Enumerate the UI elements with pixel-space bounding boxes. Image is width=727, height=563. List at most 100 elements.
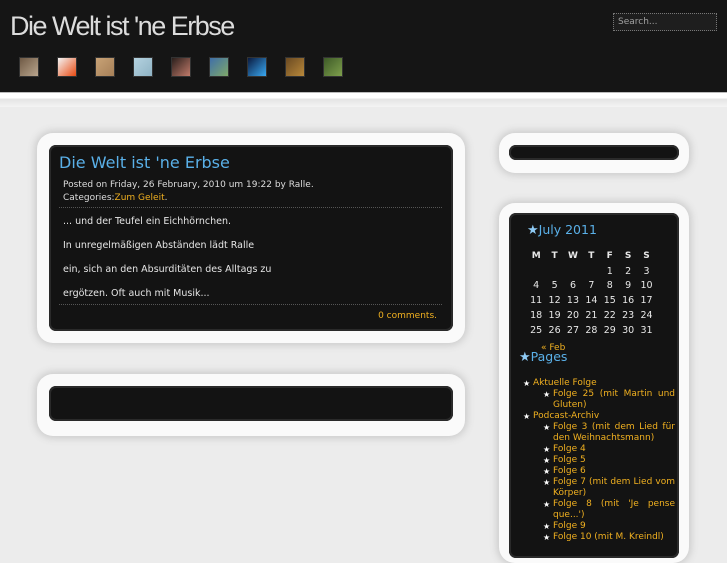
page-link[interactable]: ★ Folge 7 (mit dem Lied vom Körper) — [523, 477, 675, 499]
calendar-weekday: S — [624, 251, 632, 262]
page-link[interactable]: ★ Folge 5 — [523, 455, 675, 466]
calendar-day: 15 — [603, 295, 616, 307]
post-frame: Die Welt ist 'ne Erbse Posted on Friday,… — [37, 133, 465, 343]
page-link[interactable]: ★ Folge 8 (mit 'Je pense que...') — [523, 499, 675, 521]
calendar-week: 25 26 27 28 29 30 31 — [527, 323, 656, 338]
bullet-star-icon: ★ — [523, 412, 531, 421]
star-icon: ★ — [527, 223, 539, 238]
bullet-star-icon: ★ — [543, 445, 551, 454]
calendar-title: July 2011 — [538, 222, 597, 237]
header-divider — [0, 92, 727, 107]
page-link-label: Folge 8 (mit 'Je pense que...') — [553, 499, 675, 520]
thumb-9[interactable] — [323, 57, 343, 77]
second-post-panel — [49, 386, 453, 421]
calendar-day: 19 — [548, 310, 561, 322]
post-paragraph: ergötzen. Oft auch mit Musik... — [63, 288, 210, 299]
calendar-day: 25 — [530, 324, 543, 336]
page-link[interactable]: ★ Folge 25 (mit Martin und Gluten) — [523, 389, 675, 411]
page-link-label: Folge 5 — [553, 455, 586, 465]
page-link-label: Folge 9 — [553, 521, 586, 531]
calendar-day: 1 — [606, 265, 613, 277]
calendar-day: 26 — [548, 324, 561, 336]
calendar-day: 20 — [566, 310, 580, 322]
bullet-star-icon: ★ — [543, 500, 551, 509]
post-title-link[interactable]: Die Welt ist 'ne Erbse — [59, 153, 230, 172]
thumb-7[interactable] — [247, 57, 267, 77]
page-link[interactable]: ★ Folge 3 (mit dem Lied für den Weihnacht… — [523, 422, 675, 444]
calendar-heading: ★July 2011 — [527, 222, 597, 238]
calendar-day — [564, 264, 582, 279]
bullet-star-icon: ★ — [543, 456, 551, 465]
calendar-day: 4 — [533, 280, 540, 292]
page-link[interactable]: ★ Podcast-Archiv — [523, 411, 675, 422]
calendar-day: 8 — [606, 280, 613, 292]
calendar-weekday: T — [551, 251, 558, 262]
page-link-label: Podcast-Archiv — [533, 411, 600, 421]
calendar-day: 3 — [643, 265, 650, 277]
calendar-day: 28 — [585, 324, 598, 336]
thumb-5[interactable] — [171, 57, 191, 77]
search-input[interactable] — [613, 13, 717, 31]
calendar-day: 9 — [625, 280, 632, 292]
category-link[interactable]: Zum Geleit — [115, 193, 165, 203]
post-paragraph: ein, sich an den Absurditäten des Alltag… — [63, 264, 272, 275]
page-link-label: Folge 6 — [553, 466, 586, 476]
categories-suffix: . — [164, 193, 168, 203]
post-paragraph: ... und der Teufel ein Eichhörnchen. — [63, 216, 232, 227]
calendar-table: MTWTFSS 1 2 3 4 5 6 7 8 9 10 11 12 13 14 15 16 17 18 19 20 2… — [527, 249, 656, 338]
sidebar-top-panel — [509, 145, 679, 160]
site-header: Die Welt ist 'ne Erbse — [0, 0, 727, 92]
pages-list: ★ Aktuelle Folge ★ Folge 25 (mit Martin und… — [523, 378, 675, 543]
page-link[interactable]: ★ Folge 10 (mit M. Kreindl) — [523, 532, 675, 543]
thumb-2[interactable] — [57, 57, 77, 77]
site-title-link[interactable]: Die Welt ist 'ne Erbse — [10, 11, 235, 42]
calendar-day: 16 — [622, 295, 635, 307]
bullet-star-icon: ★ — [543, 467, 551, 476]
calendar-day: 2 — [625, 265, 632, 277]
calendar-weekday: F — [606, 251, 613, 262]
page-link[interactable]: ★ Aktuelle Folge — [523, 378, 675, 389]
calendar-week: 4 5 6 7 8 9 10 — [527, 279, 656, 294]
second-post-frame — [37, 374, 465, 436]
pages-title: Pages — [530, 349, 568, 364]
post-panel: Die Welt ist 'ne Erbse Posted on Friday,… — [49, 145, 453, 331]
calendar-day: 22 — [603, 310, 616, 322]
calendar-day: 27 — [566, 324, 580, 336]
calendar-day: 14 — [585, 295, 598, 307]
bullet-star-icon: ★ — [543, 533, 551, 542]
post-meta-categories: Categories:Zum Geleit. — [63, 193, 168, 203]
calendar-week: 11 12 13 14 15 16 17 — [527, 293, 656, 308]
bullet-star-icon: ★ — [543, 478, 551, 487]
thumb-8[interactable] — [285, 57, 305, 77]
calendar-day — [527, 264, 545, 279]
page-link-label: Folge 7 (mit dem Lied vom Körper) — [553, 477, 675, 498]
bullet-star-icon: ★ — [523, 379, 531, 388]
page-link[interactable]: ★ Folge 4 — [523, 444, 675, 455]
calendar-day: 29 — [603, 324, 616, 336]
page-link[interactable]: ★ Folge 6 — [523, 466, 675, 477]
sidebar-frame: ★July 2011 MTWTFSS 1 2 3 4 5 6 7 8 9 10 11 12 13 14 15… — [499, 203, 689, 563]
calendar-day: 31 — [640, 324, 653, 336]
page-link-label: Folge 3 (mit dem Lied für den Weihnachts… — [553, 422, 675, 443]
thumb-6[interactable] — [209, 57, 229, 77]
sidebar-top-frame — [499, 133, 689, 173]
calendar-weekday: S — [643, 251, 650, 262]
pages-heading: ★Pages — [519, 349, 567, 365]
thumb-1[interactable] — [19, 57, 39, 77]
thumb-3[interactable] — [95, 57, 115, 77]
calendar-weekday: W — [568, 251, 578, 262]
calendar-day: 11 — [530, 295, 543, 307]
calendar-weekday: T — [588, 251, 595, 262]
calendar-day: 30 — [622, 324, 635, 336]
calendar-week: 18 19 20 21 22 23 24 — [527, 308, 656, 323]
comments-link[interactable]: 0 comments. — [378, 311, 437, 321]
sidebar-panel: ★July 2011 MTWTFSS 1 2 3 4 5 6 7 8 9 10 11 12 13 14 15… — [509, 213, 679, 558]
calendar-day: 24 — [640, 310, 653, 322]
calendar-day: 21 — [585, 310, 598, 322]
thumb-4[interactable] — [133, 57, 153, 77]
calendar-day: 6 — [569, 280, 576, 292]
calendar-weekday: M — [531, 251, 541, 262]
calendar-week: 123 — [527, 264, 656, 279]
calendar-day: 18 — [530, 310, 543, 322]
page-link[interactable]: ★ Folge 9 — [523, 521, 675, 532]
